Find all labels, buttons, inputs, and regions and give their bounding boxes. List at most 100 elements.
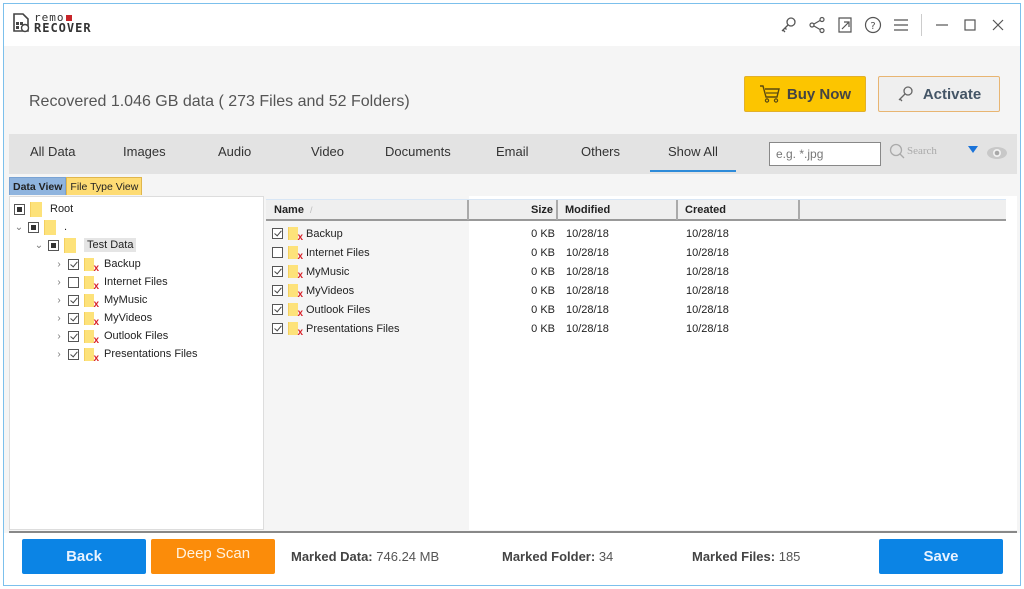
deleted-folder-icon: x: [84, 329, 99, 345]
deleted-folder-icon: x: [288, 265, 303, 281]
buy-now-button[interactable]: Buy Now: [744, 76, 866, 112]
title-bar-icons: ?: [775, 12, 1012, 38]
file-size: 0 KB: [531, 284, 555, 297]
tree-node[interactable]: › x Backup: [54, 255, 141, 273]
table-row[interactable]: x Backup 0 KB 10/28/18 10/28/18: [266, 224, 1006, 243]
tab-email[interactable]: Email: [496, 144, 529, 159]
tree-node[interactable]: › x MyVideos: [54, 309, 152, 327]
checkbox[interactable]: [68, 348, 79, 360]
search-input[interactable]: [769, 142, 881, 166]
tab-file-type-view[interactable]: File Type View: [66, 177, 143, 195]
chevron-right-icon[interactable]: ›: [54, 295, 64, 306]
tree-node[interactable]: › x MyMusic: [54, 291, 147, 309]
menu-icon[interactable]: [887, 12, 915, 38]
share-icon[interactable]: [803, 12, 831, 38]
file-created: 10/28/18: [686, 227, 729, 240]
checkbox[interactable]: [272, 247, 283, 258]
checkbox[interactable]: [68, 294, 79, 306]
deleted-folder-icon: x: [288, 322, 303, 338]
key-icon: [898, 86, 913, 102]
checkbox[interactable]: [272, 304, 283, 315]
recovered-summary: Recovered 1.046 GB data ( 273 Files and …: [29, 93, 410, 110]
back-button[interactable]: Back: [22, 539, 146, 574]
tab-audio[interactable]: Audio: [218, 144, 251, 159]
marked-data-stat: Marked Data: 746.24 MB: [291, 549, 440, 564]
cart-icon: [759, 85, 780, 103]
chevron-down-icon[interactable]: ⌄: [14, 222, 24, 233]
deleted-folder-icon: x: [84, 293, 99, 309]
tree-label: Presentations Files: [104, 348, 198, 360]
marked-files-stat: Marked Files: 185: [692, 549, 801, 564]
app-window: remo RECOVER ? Recovered 1.046 GB data (…: [3, 3, 1021, 586]
checkbox[interactable]: [272, 323, 283, 334]
checkbox[interactable]: [272, 228, 283, 239]
column-header-size[interactable]: Size: [469, 200, 558, 220]
file-modified: 10/28/18: [566, 246, 609, 259]
checkbox[interactable]: [68, 276, 79, 288]
dropdown-arrow-icon[interactable]: [968, 146, 978, 153]
chevron-right-icon[interactable]: ›: [54, 259, 64, 270]
chevron-right-icon[interactable]: ›: [54, 277, 64, 288]
save-button[interactable]: Save: [879, 539, 1003, 574]
tree-label: MyVideos: [104, 312, 153, 324]
tab-documents[interactable]: Documents: [385, 144, 451, 159]
tab-show-all[interactable]: Show All: [650, 144, 736, 172]
column-header-modified[interactable]: Modified: [558, 200, 678, 220]
chevron-right-icon[interactable]: ›: [54, 331, 64, 342]
table-row[interactable]: x MyMusic 0 KB 10/28/18 10/28/18: [266, 262, 1006, 281]
summary-header: Recovered 1.046 GB data ( 273 Files and …: [4, 46, 1020, 132]
column-header-name[interactable]: Name /: [266, 200, 469, 220]
tree-label: MyMusic: [104, 294, 148, 306]
table-row[interactable]: x Outlook Files 0 KB 10/28/18 10/28/18: [266, 300, 1006, 319]
tree-label: Backup: [104, 258, 141, 270]
checkbox[interactable]: [272, 266, 283, 277]
column-header-created[interactable]: Created: [678, 200, 800, 220]
chevron-right-icon[interactable]: ›: [54, 313, 64, 324]
tree-node[interactable]: › x Outlook Files: [54, 327, 168, 345]
checkbox[interactable]: [48, 239, 59, 251]
deleted-folder-icon: x: [84, 311, 99, 327]
search-button[interactable]: Search: [889, 143, 937, 159]
tab-data-view[interactable]: Data View: [9, 177, 67, 195]
tree-node[interactable]: › x Presentations Files: [54, 345, 198, 363]
tree-label: Outlook Files: [104, 330, 169, 342]
checkbox[interactable]: [68, 312, 79, 324]
table-row[interactable]: x Internet Files 0 KB 10/28/18 10/28/18: [266, 243, 1006, 262]
tab-video[interactable]: Video: [311, 144, 344, 159]
file-created: 10/28/18: [686, 303, 729, 316]
tab-others[interactable]: Others: [581, 144, 620, 159]
activate-button[interactable]: Activate: [878, 76, 1000, 112]
export-icon[interactable]: [831, 12, 859, 38]
key-icon[interactable]: [775, 12, 803, 38]
checkbox[interactable]: [14, 203, 25, 215]
checkbox[interactable]: [68, 330, 79, 342]
file-size: 0 KB: [531, 322, 555, 335]
minimize-icon[interactable]: [928, 12, 956, 38]
file-created: 10/28/18: [686, 322, 729, 335]
checkbox[interactable]: [272, 285, 283, 296]
tab-all-data[interactable]: All Data: [30, 144, 76, 159]
table-row[interactable]: x MyVideos 0 KB 10/28/18 10/28/18: [266, 281, 1006, 300]
file-created: 10/28/18: [686, 246, 729, 259]
view-tabs: Data View File Type View: [9, 177, 143, 195]
chevron-right-icon[interactable]: ›: [54, 349, 64, 360]
file-size: 0 KB: [531, 265, 555, 278]
checkbox[interactable]: [28, 221, 39, 233]
chevron-down-icon[interactable]: ⌄: [34, 240, 44, 251]
tree-node-test-data[interactable]: ⌄ Test Data: [34, 236, 137, 254]
tab-images[interactable]: Images: [123, 144, 166, 159]
deleted-folder-icon: x: [84, 257, 99, 273]
tree-node[interactable]: › x Internet Files: [54, 273, 168, 291]
footer-bar: Back Deep Scan Marked Data: 746.24 MB Ma…: [4, 533, 1020, 585]
table-row[interactable]: x Presentations Files 0 KB 10/28/18 10/28/18: [266, 319, 1006, 338]
close-icon[interactable]: [984, 12, 1012, 38]
tree-node-dot[interactable]: ⌄ .: [14, 218, 67, 236]
deep-scan-button[interactable]: Deep Scan: [151, 539, 275, 574]
eye-icon[interactable]: [986, 145, 1008, 165]
checkbox[interactable]: [68, 258, 79, 270]
tree-node-root[interactable]: Root: [14, 200, 73, 218]
title-bar: remo RECOVER ?: [4, 4, 1020, 46]
maximize-icon[interactable]: [956, 12, 984, 38]
logo-recover-text: RECOVER: [34, 21, 92, 35]
help-icon[interactable]: ?: [859, 12, 887, 38]
